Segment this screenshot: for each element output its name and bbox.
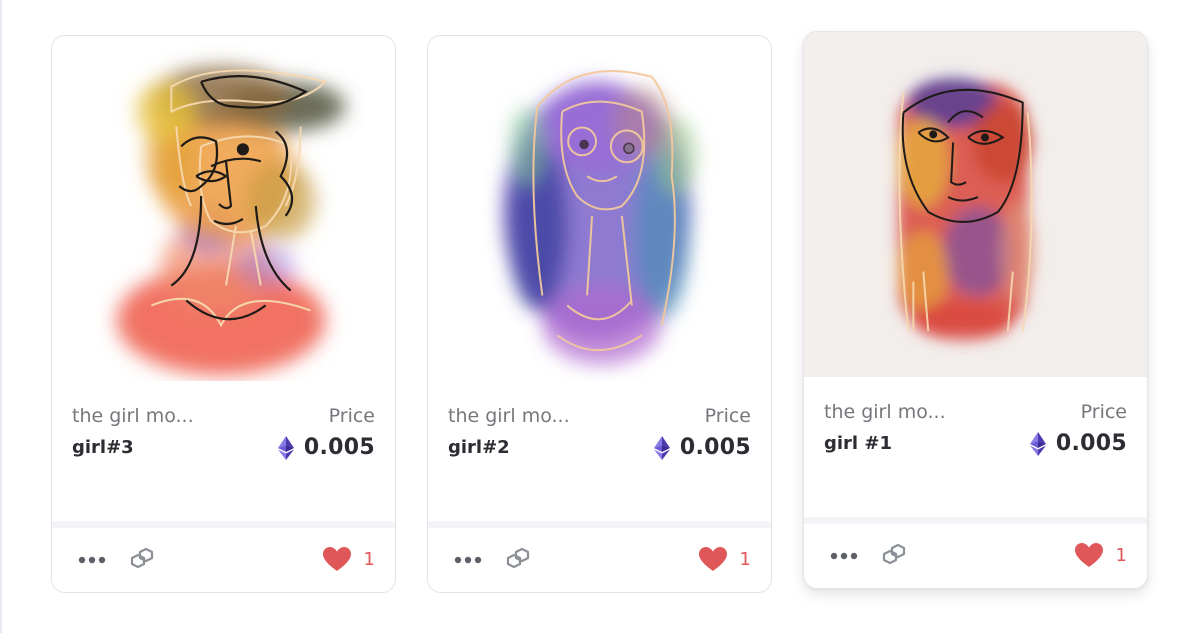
link-icon[interactable] (880, 542, 908, 570)
price-value: 0.005 (1055, 431, 1127, 456)
nft-name[interactable]: girl#3 (72, 437, 134, 458)
collection-name[interactable]: the girl mo... (824, 401, 946, 423)
card-actions: 1 (428, 528, 771, 592)
more-icon[interactable] (454, 552, 484, 566)
price-row: 0.005 (653, 435, 751, 460)
nft-artwork-image[interactable] (428, 36, 771, 381)
nft-card[interactable]: the girl mo... girl#3 Price 0.005 1 (51, 35, 396, 593)
nft-artwork-image[interactable] (804, 32, 1147, 377)
card-actions: 1 (804, 524, 1147, 588)
price-row: 0.005 (277, 435, 375, 460)
card-divider (428, 521, 771, 528)
like-count: 1 (1115, 544, 1127, 566)
collection-name[interactable]: the girl mo... (448, 405, 570, 427)
like-count: 1 (363, 548, 375, 570)
card-divider (804, 517, 1147, 524)
price-label: Price (704, 405, 751, 427)
nft-name[interactable]: girl#2 (448, 437, 510, 458)
nft-card[interactable]: the girl mo... girl#2 Price 0.005 1 (427, 35, 772, 593)
card-actions: 1 (52, 528, 395, 592)
nft-card-grid: the girl mo... girl#3 Price 0.005 1 the … (0, 0, 1200, 633)
nft-card-info: the girl mo... girl#3 Price 0.005 (52, 381, 395, 523)
price-row: 0.005 (1029, 431, 1127, 456)
nft-card-info: the girl mo... girl #1 Price 0.005 (804, 377, 1147, 519)
like-count: 1 (739, 548, 751, 570)
price-label: Price (1080, 401, 1127, 423)
nft-card[interactable]: the girl mo... girl #1 Price 0.005 1 (803, 31, 1148, 589)
nft-name[interactable]: girl #1 (824, 433, 892, 454)
link-icon[interactable] (504, 546, 532, 574)
collection-name[interactable]: the girl mo... (72, 405, 194, 427)
like-button[interactable]: 1 (1074, 542, 1127, 568)
more-icon[interactable] (830, 548, 860, 562)
like-button[interactable]: 1 (322, 546, 375, 572)
nft-artwork-image[interactable] (52, 36, 395, 381)
price-value: 0.005 (679, 435, 751, 460)
heart-icon[interactable] (1074, 542, 1104, 568)
price-value: 0.005 (303, 435, 375, 460)
link-icon[interactable] (128, 546, 156, 574)
like-button[interactable]: 1 (698, 546, 751, 572)
nft-card-info: the girl mo... girl#2 Price 0.005 (428, 381, 771, 523)
ethereum-icon (1029, 431, 1046, 456)
heart-icon[interactable] (322, 546, 352, 572)
price-label: Price (328, 405, 375, 427)
heart-icon[interactable] (698, 546, 728, 572)
ethereum-icon (277, 435, 294, 460)
card-divider (52, 521, 395, 528)
ethereum-icon (653, 435, 670, 460)
more-icon[interactable] (78, 552, 108, 566)
